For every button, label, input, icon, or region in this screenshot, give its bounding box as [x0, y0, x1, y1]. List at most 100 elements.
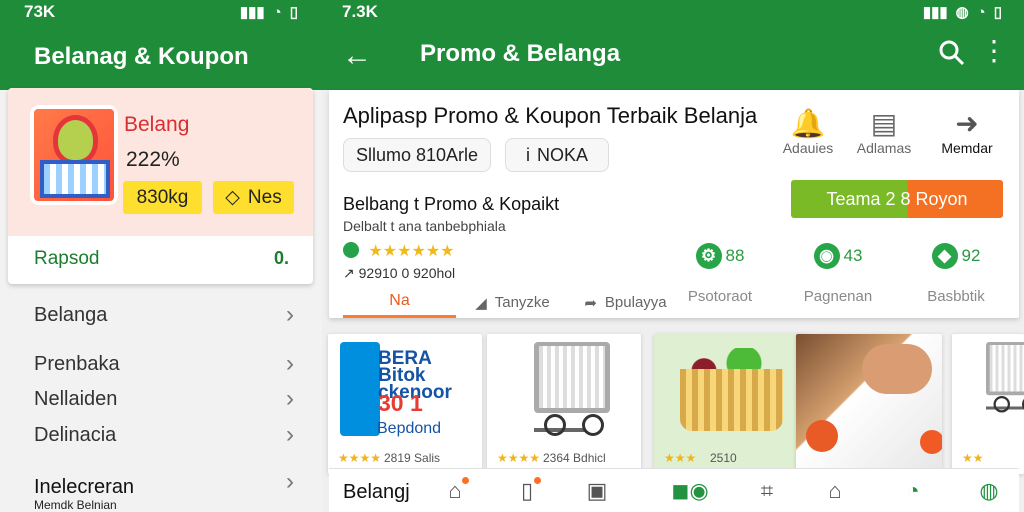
- menu-label: Delinacia: [34, 423, 117, 446]
- left-time: 73K: [24, 2, 56, 21]
- left-footer-subtitle: Memdk Belnian: [34, 498, 117, 512]
- shop-toggle-icon[interactable]: ◼◉: [663, 477, 717, 505]
- new-button[interactable]: ◇ Nes: [213, 181, 294, 214]
- bell-icon: 🔔: [790, 108, 826, 139]
- weight-badge[interactable]: 830kg: [123, 181, 202, 214]
- action-adlamas[interactable]: ▤ Adlamas: [849, 108, 919, 156]
- rating-stars: ★★★★★★: [368, 243, 455, 260]
- action-label: Memdar: [941, 140, 993, 156]
- product-card-promo[interactable]: BERA Bitok ckenoor 30 1 Bepdond ★★★★ 281…: [328, 334, 482, 474]
- promo-chip-primary[interactable]: Sllumo 810Arle: [343, 138, 491, 172]
- coin-icon: ◉: [813, 243, 840, 269]
- product-rating: ★★★★: [497, 451, 541, 465]
- metric-psotoraot[interactable]: ⚙ 88 Psotoraot: [665, 243, 775, 305]
- action-label: Adlamas: [856, 140, 912, 156]
- cart-icon[interactable]: ◔: [899, 477, 927, 505]
- tab-na[interactable]: Na: [343, 287, 456, 318]
- phone-icon[interactable]: ▯: [513, 477, 541, 505]
- store-icon[interactable]: ⌂: [441, 477, 469, 505]
- right-status-bar: 7.3K ▮▮▮ ◍ ◔ ▯: [322, 0, 1024, 24]
- mascot-cart: [40, 160, 110, 198]
- product-card-partial[interactable]: ★★: [952, 334, 1024, 474]
- menu-item-delinacia[interactable]: Delinacia ›: [34, 418, 294, 452]
- coupon-cta-button[interactable]: Teama 2 8 Royon: [791, 180, 1003, 218]
- battery-icon: ▯: [289, 4, 298, 21]
- profile-icon[interactable]: ◍: [975, 477, 1003, 505]
- product-deal: 30 1: [378, 390, 423, 416]
- tab-tanyzke[interactable]: ◢ Tanyzke: [456, 287, 569, 318]
- search-icon[interactable]: [938, 39, 966, 67]
- promo-banner: Belang 222% 830kg ◇ Nes: [8, 88, 313, 236]
- pin-icon: ◢: [475, 294, 487, 312]
- promo-title: Belang: [124, 113, 190, 136]
- shopping-cart-image: [534, 342, 610, 436]
- action-adauies[interactable]: 🔔 Adauies: [773, 108, 843, 156]
- info-icon: i: [525, 144, 530, 165]
- product-rating: ★★★★: [338, 451, 382, 465]
- wifi-icon: ◔: [272, 3, 282, 21]
- more-vert-icon[interactable]: ⋮: [980, 37, 1008, 65]
- scan-icon[interactable]: ⌗: [753, 477, 781, 505]
- menu-item-nellaiden[interactable]: Nellaiden ›: [34, 382, 294, 416]
- chart-icon[interactable]: ▣: [583, 477, 611, 505]
- metric-label: Pagnenan: [803, 288, 873, 305]
- metric-pagnenan[interactable]: ◉ 43 Pagnenan: [783, 243, 893, 305]
- left-app-title: Belanag & Koupon: [0, 24, 322, 90]
- product-card-cart[interactable]: ★★★★ 2364 Bdhicl: [487, 334, 641, 474]
- gear-badge-icon: ⚙: [695, 243, 722, 269]
- vibrate-icon: ◍: [955, 4, 969, 21]
- wifi-icon: ◔: [976, 3, 986, 21]
- product-card-photo[interactable]: [796, 334, 942, 474]
- shopping-cart-image: [986, 342, 1024, 413]
- app-description: Aplipasp Promo & Koupon Terbaik Belanja: [343, 103, 758, 128]
- action-memdar[interactable]: ➜ Memdar: [932, 108, 1002, 156]
- promo-card[interactable]: Belang 222% 830kg ◇ Nes Rapsod 0.: [8, 88, 313, 284]
- chevron-right-icon: ›: [286, 468, 294, 495]
- battery-icon: ▯: [993, 4, 1002, 21]
- product-card-basket[interactable]: ★★★ 2510: [654, 334, 808, 474]
- share-icon: ➜: [955, 108, 979, 139]
- tab-label: Bpulayya: [604, 294, 667, 311]
- promo-chip-secondary[interactable]: i NOKA: [505, 138, 609, 172]
- metric-value: ⚙ 88: [665, 243, 775, 269]
- right-app-screen: 7.3K ▮▮▮ ◍ ◔ ▯ ← Promo & Belanga ⋮ Aplip…: [322, 0, 1024, 512]
- metric-basbbtik[interactable]: ◆ 92 Basbbtik: [901, 243, 1011, 305]
- product-rating: ★★★: [664, 451, 697, 465]
- home-icon[interactable]: ⌂: [821, 477, 849, 505]
- promo-product-image: BERA Bitok ckenoor 30 1 Bepdond: [340, 342, 466, 438]
- action-label: Adauies: [782, 140, 834, 156]
- card-count: 0.: [273, 248, 289, 268]
- metric-label: Psotoraot: [687, 288, 753, 305]
- menu-item-belanga[interactable]: Belanga ›: [34, 298, 294, 332]
- product-meta: 2510: [710, 451, 737, 465]
- promo-description: Delbalt t ana tanbebphiala: [343, 218, 506, 234]
- tag-icon: ◇: [225, 187, 240, 208]
- product-meta: 2364 Bdhicl: [543, 451, 606, 465]
- card-link[interactable]: Rapsod: [34, 248, 100, 270]
- tab-label: Tanyzke: [494, 294, 550, 311]
- product-meta: 2819 Salis: [384, 451, 441, 465]
- rating-row: ★★★★★★: [343, 241, 455, 261]
- signal-icon: ▮▮▮: [239, 4, 265, 21]
- left-app-screen: 73K ▮▮▮ ◔ ▯ Belanag & Koupon Belang 222%…: [0, 0, 322, 512]
- chevron-right-icon: ›: [286, 350, 294, 377]
- phone-graphic: [340, 342, 380, 436]
- tomato-image: [806, 420, 838, 452]
- metric-label: Basbbtik: [927, 288, 985, 305]
- promo-subtitle: Belbang t Promo & Kopaikt: [343, 194, 560, 214]
- menu-label: Prenbaka: [34, 352, 120, 375]
- product-label: Bepdond: [377, 420, 442, 437]
- promo-tabs: Na ◢ Tanyzke ➦ Bpulayya: [343, 287, 682, 318]
- new-label: Nes: [247, 186, 282, 208]
- promo-percent: 222%: [126, 148, 180, 171]
- back-arrow-icon[interactable]: ←: [342, 39, 372, 73]
- chevron-right-icon: ›: [286, 421, 294, 448]
- promo-page-title: Promo & Belanga: [420, 40, 621, 67]
- leaf-icon: ◆: [931, 243, 958, 269]
- rating-badge-icon: [343, 242, 359, 258]
- menu-item-prenbaka[interactable]: Prenbaka ›: [34, 347, 294, 381]
- left-footer-title[interactable]: Inelecreran: [34, 476, 134, 499]
- basket-image: [680, 369, 783, 431]
- left-status-bar: 73K ▮▮▮ ◔ ▯: [0, 0, 322, 24]
- left-status-icons: ▮▮▮ ◔ ▯: [239, 3, 298, 22]
